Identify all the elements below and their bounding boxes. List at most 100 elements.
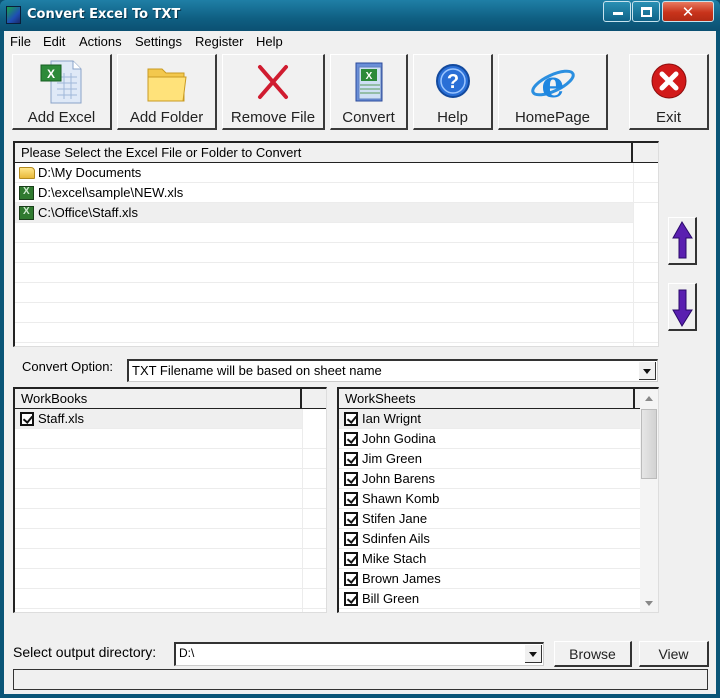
file-list-item[interactable]: D:\excel\sample\NEW.xls (15, 183, 658, 203)
remove-file-button[interactable]: Remove File (222, 54, 325, 130)
menu-help[interactable]: Help (256, 34, 283, 49)
checkbox-icon[interactable] (344, 432, 358, 446)
scroll-thumb[interactable] (641, 409, 657, 479)
checkbox-icon[interactable] (344, 552, 358, 566)
help-button[interactable]: ? Help (413, 54, 493, 130)
checkbox-icon[interactable] (344, 452, 358, 466)
worksheet-item[interactable]: Bill Green (339, 589, 641, 609)
homepage-button[interactable]: e HomePage (498, 54, 608, 130)
file-list-item[interactable]: D:\My Documents (15, 163, 658, 183)
checkbox-icon[interactable] (344, 472, 358, 486)
title-bar[interactable]: Convert Excel To TXT ✕ (0, 0, 720, 31)
worksheet-item[interactable]: Ian Wrignt (339, 409, 641, 429)
minimize-icon (613, 12, 623, 15)
app-icon[interactable] (6, 6, 21, 24)
exit-label: Exit (655, 109, 681, 126)
empty-row (15, 263, 658, 283)
close-button[interactable]: ✕ (662, 1, 714, 22)
empty-row (15, 283, 658, 303)
menu-actions[interactable]: Actions (79, 34, 122, 49)
add-folder-label: Add Folder (129, 109, 204, 126)
empty-row (15, 243, 658, 263)
arrow-down-icon (672, 289, 693, 327)
add-excel-button[interactable]: X Add Excel (12, 54, 112, 130)
file-path: D:\My Documents (38, 165, 142, 180)
chevron-down-icon[interactable] (639, 362, 656, 380)
scroll-up-icon[interactable] (645, 396, 653, 401)
output-directory-select[interactable]: D:\ (174, 642, 544, 666)
worksheet-name: Sdinfen Ails (362, 531, 430, 546)
worksheet-item[interactable]: Sdinfen Ails (339, 529, 641, 549)
menu-file[interactable]: File (10, 34, 31, 49)
file-path: D:\excel\sample\NEW.xls (38, 185, 184, 200)
worksheet-name: Brown James (362, 571, 441, 586)
file-list-item[interactable]: C:\Office\Staff.xls (15, 203, 633, 223)
workbooks-header: WorkBooks (15, 389, 326, 409)
move-down-button[interactable] (668, 283, 697, 331)
maximize-button[interactable] (632, 1, 660, 22)
worksheets-scrollbar[interactable] (640, 389, 658, 612)
checkbox-icon[interactable] (344, 412, 358, 426)
worksheet-item[interactable]: Mike Stach (339, 549, 641, 569)
chevron-down-icon[interactable] (525, 645, 542, 663)
checkbox-icon[interactable] (344, 592, 358, 606)
worksheet-item[interactable]: John Godina (339, 429, 641, 449)
output-directory-value: D:\ (179, 646, 195, 660)
empty-row (15, 323, 658, 343)
empty-row (15, 489, 326, 509)
worksheets-header: WorkSheets (339, 389, 641, 409)
folder-icon (147, 68, 187, 102)
excel-file-icon (19, 186, 34, 200)
checkbox-icon[interactable] (344, 532, 358, 546)
browse-button[interactable]: Browse (554, 641, 632, 667)
convert-option-select[interactable]: TXT Filename will be based on sheet name (127, 359, 658, 382)
workbook-item[interactable]: Staff.xls (15, 409, 302, 429)
add-excel-label: Add Excel (27, 109, 96, 126)
maximize-icon (641, 7, 652, 17)
workbooks-column-header[interactable]: WorkBooks (15, 389, 302, 409)
worksheet-item[interactable]: Shawn Komb (339, 489, 641, 509)
workbooks-list[interactable]: WorkBooks Staff.xls (13, 387, 327, 613)
worksheet-item[interactable]: John Barens (339, 469, 641, 489)
empty-row (15, 429, 326, 449)
convert-button[interactable]: X Convert (330, 54, 408, 130)
add-folder-button[interactable]: Add Folder (117, 54, 217, 130)
worksheets-column-header[interactable]: WorkSheets (339, 389, 635, 409)
remove-file-label: Remove File (230, 109, 316, 126)
checkbox-icon[interactable] (344, 492, 358, 506)
excel-file-icon: X (40, 60, 81, 104)
empty-row (15, 223, 658, 243)
worksheet-item[interactable]: Jim Green (339, 449, 641, 469)
menu-bar: File Edit Actions Settings Register Help (4, 31, 716, 52)
worksheet-name: Shawn Komb (362, 491, 440, 506)
file-list-column-header[interactable]: Please Select the Excel File or Folder t… (15, 143, 633, 163)
worksheet-item[interactable]: Stifen Jane (339, 509, 641, 529)
view-button[interactable]: View (639, 641, 709, 667)
minimize-button[interactable] (603, 1, 631, 22)
worksheets-list[interactable]: WorkSheets Ian Wrignt John Godina Jim Gree… (337, 387, 659, 613)
scroll-down-icon[interactable] (645, 601, 653, 606)
empty-row (15, 549, 326, 569)
empty-row (15, 303, 658, 323)
worksheet-item[interactable]: Brown James (339, 569, 641, 589)
svg-text:X: X (365, 71, 372, 82)
checkbox-icon[interactable] (344, 572, 358, 586)
svg-text:?: ? (446, 71, 458, 93)
worksheet-name: Bill Green (362, 591, 420, 606)
menu-edit[interactable]: Edit (43, 34, 65, 49)
worksheet-name: John Barens (362, 471, 435, 486)
worksheet-name: Mike Stach (362, 551, 427, 566)
exit-circle-x-icon (651, 63, 686, 99)
move-up-button[interactable] (668, 217, 697, 265)
file-list[interactable]: Please Select the Excel File or Folder t… (13, 141, 659, 347)
menu-register[interactable]: Register (195, 34, 243, 49)
arrow-up-icon (672, 221, 693, 259)
red-x-icon (258, 65, 288, 99)
menu-settings[interactable]: Settings (135, 34, 182, 49)
help-question-icon: ? (435, 64, 470, 98)
excel-notepad-icon: X (355, 62, 382, 102)
empty-row (15, 529, 326, 549)
checkbox-icon[interactable] (344, 512, 358, 526)
checkbox-icon[interactable] (20, 412, 34, 426)
exit-button[interactable]: Exit (629, 54, 709, 130)
